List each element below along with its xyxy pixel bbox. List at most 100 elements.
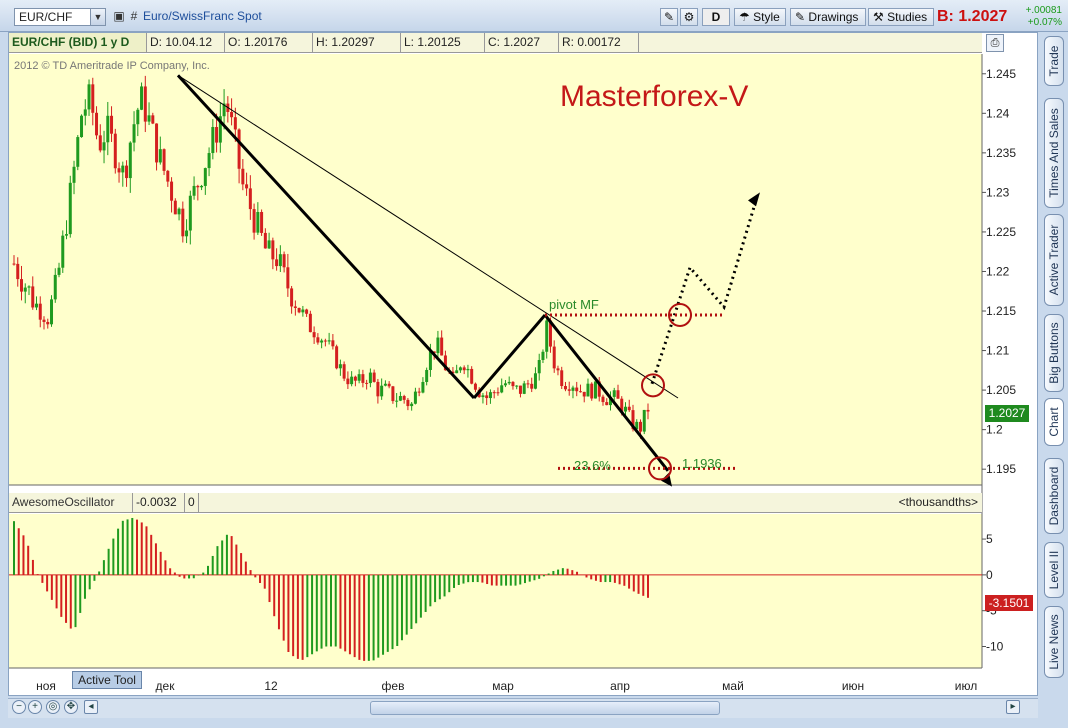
candle-body	[335, 346, 339, 369]
candle-body	[327, 340, 331, 342]
oscillator-value: -0.0032	[133, 493, 185, 512]
copyright-text: 2012 © TD Ameritrade IP Company, Inc.	[14, 60, 210, 72]
tab-dashboard[interactable]: Dashboard	[1044, 458, 1064, 534]
pan-icon[interactable]: ✥	[64, 700, 78, 714]
fib-label: 23.6%	[574, 458, 611, 473]
candle-body	[260, 211, 264, 233]
candle-body	[350, 376, 354, 385]
ao-tick-label: -10	[986, 640, 1004, 654]
scroll-thumb[interactable]	[370, 701, 720, 715]
candle-body	[207, 153, 211, 169]
candle-body	[155, 123, 159, 163]
candle-body	[113, 133, 117, 169]
tab-chart[interactable]: Chart	[1044, 398, 1064, 446]
tab-big-buttons[interactable]: Big Buttons	[1044, 314, 1064, 392]
candle-body	[192, 185, 196, 196]
candle-body	[256, 211, 260, 233]
tab-big-buttons-label: Big Buttons	[1047, 322, 1061, 384]
candle-body	[537, 360, 541, 374]
candle-body	[53, 274, 57, 300]
candle-body	[485, 395, 489, 399]
tab-active-trader[interactable]: Active Trader	[1044, 214, 1064, 306]
pivot-label: pivot MF	[549, 297, 599, 312]
candle-body	[425, 369, 429, 382]
candle-body	[387, 383, 391, 387]
candle-body	[211, 127, 215, 154]
active-tool-button[interactable]: Active Tool	[72, 671, 142, 689]
candle-body	[293, 306, 297, 308]
candle-body	[237, 129, 241, 169]
candle-body	[286, 267, 290, 289]
tab-active-trader-label: Active Trader	[1047, 224, 1061, 296]
candle-body	[376, 381, 380, 397]
candle-body	[215, 127, 219, 143]
candle-body	[413, 391, 417, 404]
last-price-badge: 1.2027	[985, 405, 1029, 422]
candle-body	[290, 288, 294, 307]
zoom-fit-icon[interactable]: ◎	[46, 700, 60, 714]
tab-trade[interactable]: Trade	[1044, 36, 1064, 86]
candle-body	[458, 367, 462, 371]
scroll-left-icon[interactable]: ◂	[84, 700, 98, 714]
candle-body	[593, 381, 597, 399]
candle-body	[166, 170, 170, 182]
candle-body	[233, 117, 237, 130]
candle-body	[530, 383, 534, 389]
time-tick-label: апр	[610, 679, 630, 693]
candle-body	[98, 135, 102, 151]
time-tick-label: июл	[955, 679, 977, 693]
candle-body	[46, 321, 50, 325]
price-tick-label: 1.24	[986, 106, 1010, 120]
candle-body	[575, 387, 579, 392]
chart-svg: 1.2451.241.2351.231.2251.221.2151.211.20…	[9, 54, 1016, 693]
candle-body	[488, 392, 492, 399]
price-tick-label: 1.21	[986, 344, 1010, 358]
scroll-right-icon[interactable]: ▸	[1006, 700, 1020, 714]
candle-body	[162, 149, 166, 171]
candle-body	[35, 303, 39, 308]
tab-level-ii[interactable]: Level II	[1044, 542, 1064, 598]
candle-body	[297, 307, 301, 313]
candle-body	[117, 168, 121, 173]
ao-tick-label: 5	[986, 532, 993, 546]
candle-body	[500, 385, 504, 393]
candle-body	[16, 263, 20, 280]
candle-body	[158, 149, 162, 163]
zoom-out-icon[interactable]: −	[12, 700, 26, 714]
candle-body	[140, 86, 144, 110]
candle-body	[275, 259, 279, 267]
candle-body	[23, 287, 27, 292]
price-tick-label: 1.215	[986, 304, 1016, 318]
candle-body	[65, 234, 69, 236]
price-tick-label: 1.2	[986, 423, 1003, 437]
candle-body	[42, 319, 46, 322]
oscillator-name: AwesomeOscillator	[9, 493, 133, 512]
candle-body	[481, 395, 485, 398]
candle-body	[177, 208, 181, 215]
zoom-in-icon[interactable]: +	[28, 700, 42, 714]
candle-body	[196, 185, 200, 188]
tab-live-news[interactable]: Live News	[1044, 606, 1064, 678]
time-tick-label: мар	[492, 679, 514, 693]
candle-body	[50, 299, 54, 325]
candle-body	[541, 351, 545, 361]
candle-body	[76, 137, 80, 167]
candle-body	[91, 84, 95, 113]
tab-times-and-sales[interactable]: Times And Sales	[1044, 98, 1064, 208]
candle-body	[492, 392, 496, 394]
candle-body	[421, 381, 425, 393]
candle-body	[627, 406, 631, 411]
time-axis-labels: ноя дек 12 фев мар апр май июн июл	[36, 679, 977, 693]
candle-body	[395, 400, 399, 402]
candle-body	[147, 115, 151, 122]
candle-body	[353, 376, 357, 381]
candle-body	[248, 188, 252, 210]
candle-body	[646, 409, 650, 412]
price-tick-label: 1.195	[986, 462, 1016, 476]
candle-body	[417, 391, 421, 393]
candle-body	[567, 389, 571, 391]
tab-times-and-sales-label: Times And Sales	[1047, 108, 1061, 198]
candle-body	[545, 320, 549, 352]
tab-trade-label: Trade	[1047, 45, 1061, 77]
candle-body	[331, 340, 335, 347]
